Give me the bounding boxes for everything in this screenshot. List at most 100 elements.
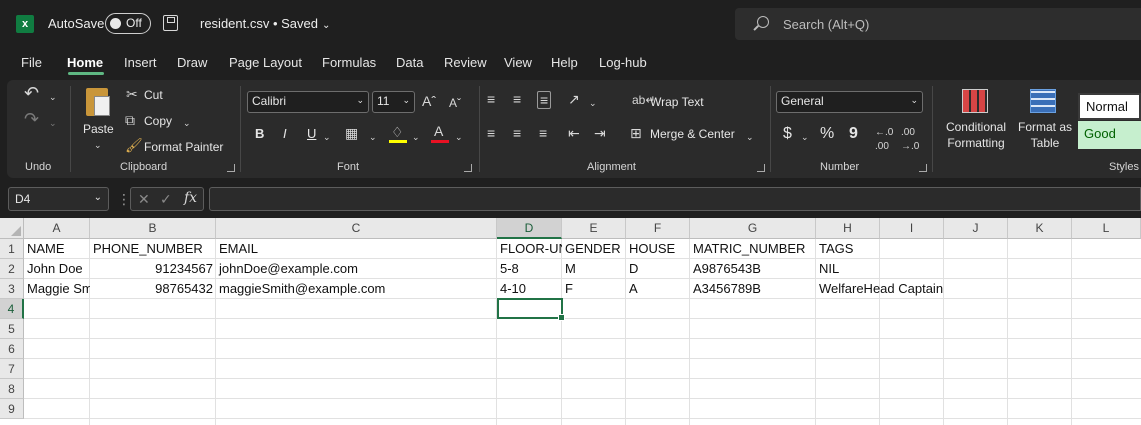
cell-c2[interactable]: johnDoe@example.com (216, 259, 497, 279)
number-format-select[interactable]: General ⌄ (776, 91, 923, 113)
cell-d1[interactable]: FLOOR-UNIT (497, 239, 562, 259)
orientation-icon[interactable]: ↗ (568, 92, 580, 106)
insert-function-icon[interactable]: fx (184, 191, 197, 205)
more-options-icon[interactable]: ⋮ (117, 192, 131, 206)
currency-button[interactable]: $ (783, 125, 792, 143)
increase-decimal-icon[interactable]: ←.0.00 (875, 126, 893, 154)
cell-a1[interactable]: NAME (24, 239, 90, 259)
paste-button[interactable]: Paste ⌄ (80, 86, 116, 150)
cell-f2[interactable]: D (626, 259, 690, 279)
cell-a2[interactable]: John Doe (24, 259, 90, 279)
percent-button[interactable]: % (820, 125, 834, 143)
row-header-9[interactable]: 9 (0, 399, 24, 419)
row-header-7[interactable]: 7 (0, 359, 24, 379)
format-painter-icon[interactable]: 🖌 (125, 138, 143, 152)
file-name[interactable]: resident.csv • Saved ⌄ (200, 16, 330, 31)
row-header-3[interactable]: 3 (0, 279, 24, 299)
font-color-icon[interactable]: A (434, 124, 443, 138)
cell-b3[interactable]: 98765432 (90, 279, 216, 299)
tab-review[interactable]: Review (444, 55, 487, 70)
cell-f1[interactable]: HOUSE (626, 239, 690, 259)
clipboard-launcher-icon[interactable] (227, 164, 235, 172)
font-size-select[interactable]: 11 ⌄ (372, 91, 415, 113)
column-header-l[interactable]: L (1072, 218, 1141, 239)
orientation-dropdown-icon[interactable]: ⌄ (589, 96, 597, 110)
undo-icon[interactable]: ↶ (24, 84, 39, 102)
underline-button[interactable]: U (307, 126, 316, 141)
row-header-1[interactable]: 1 (0, 239, 24, 259)
tab-help[interactable]: Help (551, 55, 578, 70)
row-header-8[interactable]: 8 (0, 379, 24, 399)
enter-icon[interactable]: ✓ (160, 192, 172, 206)
column-header-j[interactable]: J (944, 218, 1008, 239)
font-family-select[interactable]: Calibri ⌄ (247, 91, 369, 113)
copy-icon[interactable]: ⧉ (125, 113, 135, 127)
cell-g2[interactable]: A9876543B (690, 259, 816, 279)
decrease-decimal-icon[interactable]: .00 →.0 (901, 126, 919, 154)
tab-page-layout[interactable]: Page Layout (229, 55, 302, 70)
save-icon[interactable] (163, 15, 178, 31)
align-right-icon[interactable]: ≡ (539, 126, 547, 140)
comma-style-button[interactable]: 9 (849, 125, 858, 143)
wrap-text-button[interactable]: Wrap Text (650, 95, 704, 109)
merge-center-icon[interactable]: ⊞ (630, 126, 642, 140)
format-as-table-icon[interactable] (1030, 89, 1056, 113)
cell-h2[interactable]: NIL (816, 259, 880, 279)
row-header-5[interactable]: 5 (0, 319, 24, 339)
format-painter-button[interactable]: Format Painter (144, 140, 223, 154)
cell-b1[interactable]: PHONE_NUMBER (90, 239, 216, 259)
font-launcher-icon[interactable] (464, 164, 472, 172)
undo-dropdown-icon[interactable]: ⌄ (49, 90, 57, 104)
cell-a3[interactable]: Maggie Smith (24, 279, 90, 299)
increase-indent-icon[interactable]: ⇥ (594, 126, 606, 140)
tab-formulas[interactable]: Formulas (322, 55, 376, 70)
column-header-c[interactable]: C (216, 218, 497, 239)
cell-c3[interactable]: maggieSmith@example.com (216, 279, 497, 299)
decrease-font-size-icon[interactable]: Aˇ (449, 96, 461, 110)
borders-dropdown-icon[interactable]: ⌄ (369, 130, 377, 144)
column-header-a[interactable]: A (24, 218, 90, 239)
column-header-d[interactable]: D (497, 218, 562, 239)
alignment-launcher-icon[interactable] (757, 164, 765, 172)
cell-g1[interactable]: MATRIC_NUMBER (690, 239, 816, 259)
column-header-f[interactable]: F (626, 218, 690, 239)
align-top-icon[interactable]: ≡ (487, 92, 495, 106)
cell-e1[interactable]: GENDER (562, 239, 626, 259)
column-header-g[interactable]: G (690, 218, 816, 239)
tab-draw[interactable]: Draw (177, 55, 207, 70)
tab-view[interactable]: View (504, 55, 532, 70)
redo-dropdown-icon[interactable]: ⌄ (49, 116, 57, 130)
cut-button[interactable]: Cut (144, 88, 163, 102)
tab-file[interactable]: File (21, 55, 42, 70)
bold-button[interactable]: B (255, 126, 264, 141)
cell-g3[interactable]: A3456789B (690, 279, 816, 299)
redo-icon[interactable]: ↷ (24, 110, 39, 128)
copy-dropdown-icon[interactable]: ⌄ (183, 116, 191, 130)
cell-f3[interactable]: A (626, 279, 690, 299)
cut-icon[interactable]: ✂ (126, 87, 138, 101)
italic-button[interactable]: I (283, 126, 287, 141)
search-box[interactable]: Search (Alt+Q) (735, 8, 1141, 40)
column-header-k[interactable]: K (1008, 218, 1072, 239)
format-as-table-button[interactable]: Format as Table (1017, 119, 1073, 151)
column-header-i[interactable]: I (880, 218, 944, 239)
fill-color-dropdown-icon[interactable]: ⌄ (412, 130, 420, 144)
cell-c1[interactable]: EMAIL (216, 239, 497, 259)
conditional-formatting-button[interactable]: Conditional Formatting (938, 119, 1014, 151)
font-color-dropdown-icon[interactable]: ⌄ (455, 130, 463, 144)
align-center-icon[interactable]: ≡ (513, 126, 521, 140)
column-header-h[interactable]: H (816, 218, 880, 239)
currency-dropdown-icon[interactable]: ⌄ (801, 130, 809, 144)
borders-icon[interactable]: ▦ (345, 126, 358, 140)
underline-dropdown-icon[interactable]: ⌄ (323, 130, 331, 144)
name-box[interactable]: D4 ⌄ (8, 187, 109, 211)
formula-input[interactable] (209, 187, 1141, 211)
style-good[interactable]: Good (1078, 121, 1141, 149)
column-header-b[interactable]: B (90, 218, 216, 239)
tab-log-hub[interactable]: Log-hub (599, 55, 647, 70)
align-bottom-icon[interactable]: ≡ (537, 91, 552, 109)
selected-cell-d4[interactable] (497, 298, 565, 321)
cell-h3[interactable]: WelfareHead Captain (816, 279, 976, 299)
select-all-button[interactable] (0, 218, 24, 239)
row-header-2[interactable]: 2 (0, 259, 24, 279)
